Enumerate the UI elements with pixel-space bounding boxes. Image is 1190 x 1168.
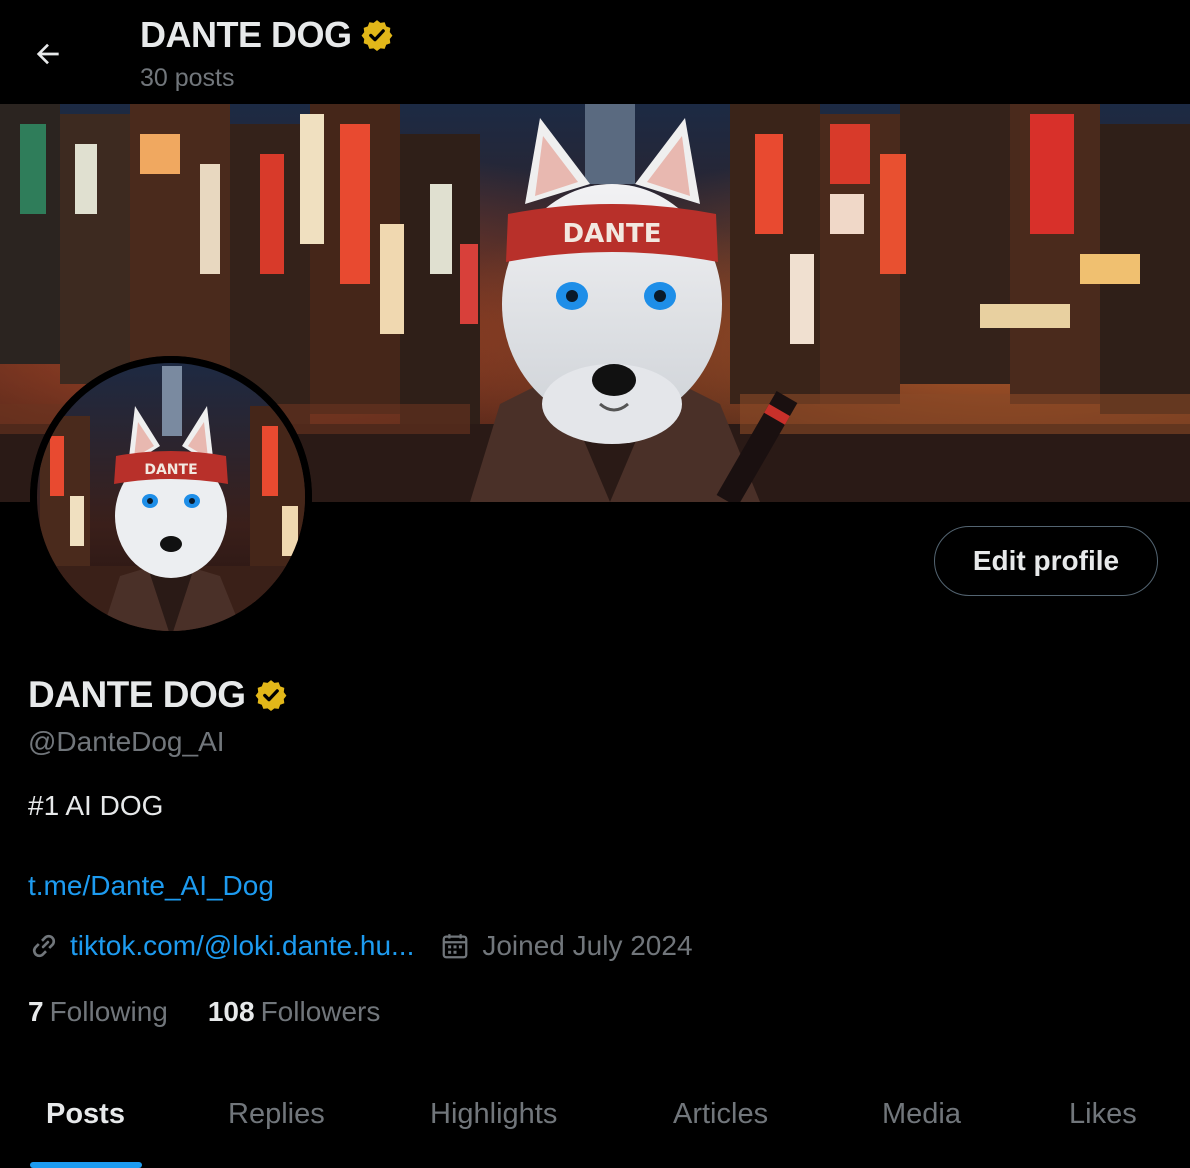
arrow-left-icon <box>36 43 59 65</box>
profile-avatar[interactable]: DANTE <box>30 356 312 638</box>
display-name: DANTE DOG <box>28 674 288 716</box>
follow-stats: 7 Following 108 Followers <box>28 996 380 1028</box>
verified-badge-icon[interactable] <box>254 678 288 712</box>
joined-item: Joined July 2024 <box>440 930 693 962</box>
followers-link[interactable]: 108 Followers <box>208 996 381 1028</box>
calendar-icon <box>442 934 468 959</box>
tab-posts[interactable]: Posts <box>46 1098 125 1131</box>
following-count: 7 <box>28 996 44 1027</box>
profile-meta: tiktok.com/@loki.dante.hu... Joined July… <box>28 930 693 962</box>
display-name-text: DANTE DOG <box>28 674 246 715</box>
tab-replies[interactable]: Replies <box>228 1098 325 1131</box>
link-icon <box>32 934 56 958</box>
avatar-headband-text: DANTE <box>144 462 197 478</box>
back-button[interactable] <box>22 28 74 80</box>
followers-label: Followers <box>260 996 381 1027</box>
profile-header: DANTE DOG 30 posts <box>0 0 1190 104</box>
profile-bio: #1 AI DOG <box>28 790 164 821</box>
header-title: DANTE DOG <box>140 14 394 56</box>
active-tab-indicator <box>30 1162 142 1168</box>
joined-date: Joined July 2024 <box>482 930 693 961</box>
followers-count: 108 <box>207 996 255 1027</box>
profile-handle: @DanteDog_AI <box>28 726 225 757</box>
tab-articles[interactable]: Articles <box>673 1098 768 1131</box>
bio-link[interactable]: t.me/Dante_AI_Dog <box>28 870 274 902</box>
following-link[interactable]: 7 Following <box>28 996 168 1028</box>
website-item: tiktok.com/@loki.dante.hu... <box>28 930 414 962</box>
tab-highlights[interactable]: Highlights <box>430 1098 557 1131</box>
website-link[interactable]: tiktok.com/@loki.dante.hu... <box>70 930 414 962</box>
profile-tabs: Posts Replies Highlights Articles Media … <box>0 1068 1190 1168</box>
following-label: Following <box>49 996 168 1027</box>
verified-badge-icon <box>361 20 392 52</box>
edit-profile-button[interactable]: Edit profile <box>934 526 1158 596</box>
tab-likes[interactable]: Likes <box>1069 1098 1137 1131</box>
posts-count: 30 posts <box>140 64 235 92</box>
header-title-text: DANTE DOG <box>140 14 352 55</box>
banner-headband-text: DANTE <box>563 219 662 249</box>
tab-media[interactable]: Media <box>882 1098 961 1131</box>
